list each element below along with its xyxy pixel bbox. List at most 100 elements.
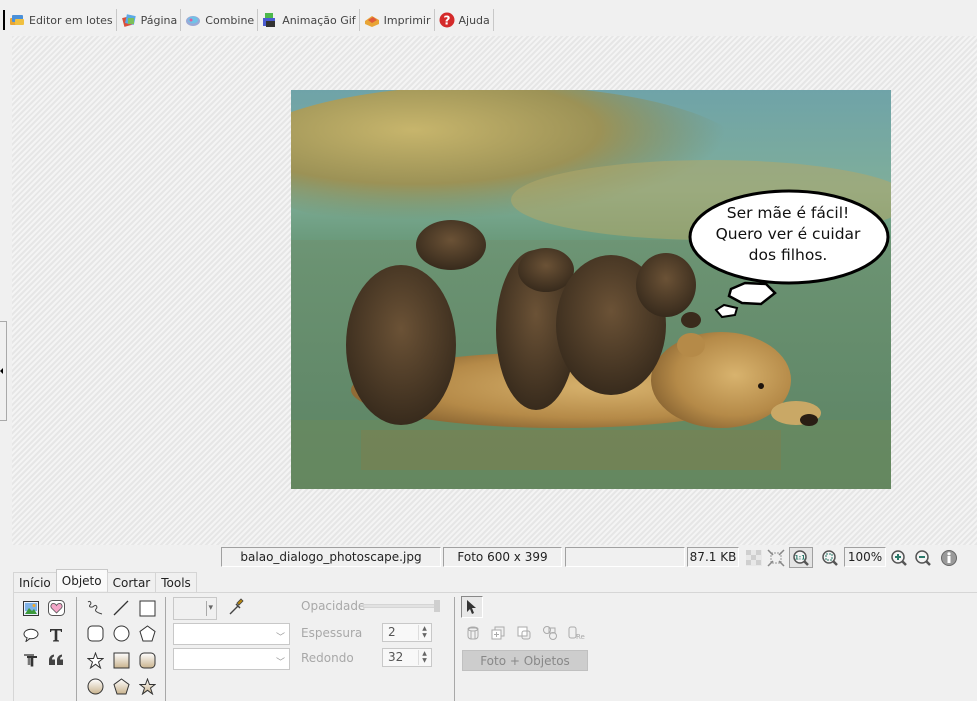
select-tool-button[interactable] <box>461 596 483 618</box>
rename-object-icon[interactable]: Re <box>568 625 588 641</box>
freehand-tool[interactable] <box>85 598 105 618</box>
filled-ellipse-tool[interactable] <box>85 676 105 696</box>
photo-icon <box>23 600 39 616</box>
color-picker-dropdown[interactable]: ▾ <box>173 597 217 620</box>
speech-bubble-text: Ser mãe é fácil! Quero ver é cuidar dos … <box>700 203 876 266</box>
tool-group-divider <box>454 597 455 701</box>
photo-objects-button[interactable]: Foto + Objetos <box>462 650 588 671</box>
line-style-dropdown[interactable]: ﹀ <box>173 623 290 645</box>
star-icon <box>86 651 104 669</box>
combine-button[interactable]: Combine <box>181 9 259 31</box>
tool-group-divider <box>76 597 77 701</box>
filled-rounded-rectangle-tool[interactable] <box>137 650 157 670</box>
rectangle-tool[interactable] <box>137 598 157 618</box>
line-tool[interactable] <box>111 598 131 618</box>
print-label: Imprimir <box>383 13 431 27</box>
tab-objeto[interactable]: Objeto <box>55 569 108 591</box>
bubble-line: Quero ver é cuidar <box>715 225 861 243</box>
sidebar-collapse-handle[interactable] <box>0 321 7 421</box>
polygon-tool[interactable] <box>137 623 157 643</box>
filled-rectangle-icon <box>113 652 129 668</box>
pentagon-icon <box>138 624 156 641</box>
align-objects-icon[interactable] <box>542 625 558 641</box>
status-bar: balao_dialogo_photoscape.jpg Foto 600 x … <box>0 546 977 568</box>
star-tool[interactable] <box>85 650 105 670</box>
tab-bar: Início Objeto Cortar Tools <box>13 569 197 592</box>
filled-star-tool[interactable] <box>137 676 157 696</box>
rounding-value: 32 <box>388 650 404 664</box>
thickness-value: 2 <box>388 625 396 639</box>
top-toolbar: Editor em lotes Página Combine Animação … <box>0 8 494 32</box>
fit-screen-icon[interactable] <box>767 549 785 567</box>
help-label: Ajuda <box>458 13 490 27</box>
actual-size-icon: 1:1 <box>793 550 809 566</box>
group-objects-icon[interactable] <box>465 625 481 641</box>
rounded-rectangle-icon <box>87 625 103 641</box>
quote-icon <box>49 654 63 665</box>
bubble-line: dos filhos. <box>748 246 828 264</box>
batch-editor-label: Editor em lotes <box>29 13 113 27</box>
ellipse-tool[interactable] <box>111 623 131 643</box>
tab-inicio[interactable]: Início <box>13 572 57 592</box>
gif-animation-button[interactable]: Animação Gif <box>258 9 360 31</box>
line-icon <box>113 600 129 616</box>
filled-rectangle-tool[interactable] <box>111 650 131 670</box>
rounding-spin-buttons[interactable]: ▲ ▼ <box>418 650 430 665</box>
send-to-back-icon[interactable] <box>516 625 532 641</box>
text-effect-tool[interactable] <box>21 650 41 670</box>
dimensions-field: Foto 600 x 399 <box>443 547 562 567</box>
ellipse-icon <box>113 625 129 641</box>
svg-text:1:1: 1:1 <box>795 555 806 562</box>
gif-animation-icon <box>263 13 276 27</box>
zoom-out-icon[interactable] <box>914 549 932 567</box>
print-button[interactable]: Imprimir <box>360 9 435 31</box>
insert-icon-tool[interactable] <box>46 598 66 618</box>
bring-to-front-icon[interactable] <box>490 625 506 641</box>
page-icon <box>121 14 136 27</box>
page-button[interactable]: Página <box>117 9 182 31</box>
speech-balloon-icon <box>23 628 39 642</box>
zoom-level-field[interactable]: 100% <box>844 547 886 567</box>
combine-label: Combine <box>205 13 255 27</box>
photo-preview[interactable] <box>291 90 891 489</box>
opacity-label: Opacidade <box>301 599 366 613</box>
tab-cortar[interactable]: Cortar <box>106 572 157 592</box>
batch-editor-button[interactable]: Editor em lotes <box>5 9 117 31</box>
rounding-spinner[interactable]: 32 ▲ ▼ <box>382 648 432 667</box>
eyedropper-icon[interactable] <box>228 598 244 616</box>
combine-icon <box>186 16 201 26</box>
object-panel <box>13 592 977 701</box>
speech-balloon-tool[interactable] <box>21 625 41 645</box>
opacity-slider-thumb[interactable] <box>434 600 440 612</box>
tab-tools[interactable]: Tools <box>155 572 197 592</box>
rounded-rectangle-tool[interactable] <box>85 623 105 643</box>
empty-status-field <box>565 547 685 567</box>
thickness-spinner[interactable]: 2 ▲ ▼ <box>382 623 432 642</box>
text-effect-icon <box>24 654 37 667</box>
zoom-in-icon[interactable] <box>890 549 908 567</box>
batch-editor-icon <box>10 15 24 25</box>
opacity-slider[interactable] <box>363 600 440 612</box>
gif-animation-label: Animação Gif <box>282 13 356 27</box>
filesize-field: 87.1 KB <box>687 547 739 567</box>
transparency-grid-icon[interactable] <box>745 549 763 567</box>
help-button[interactable]: ? Ajuda <box>435 9 494 31</box>
line-end-dropdown[interactable]: ﹀ <box>173 648 290 670</box>
text-tool[interactable] <box>46 625 66 645</box>
bubble-line: Ser mãe é fácil! <box>726 204 850 222</box>
insert-photo-tool[interactable] <box>21 598 41 618</box>
thickness-spin-buttons[interactable]: ▲ ▼ <box>418 625 430 640</box>
zoom-fit-icon[interactable] <box>821 549 839 567</box>
text-icon <box>50 629 62 642</box>
quote-tool[interactable] <box>46 650 66 670</box>
info-icon[interactable] <box>940 549 958 567</box>
actual-size-button[interactable]: 1:1 <box>789 547 813 568</box>
freehand-icon <box>87 600 103 615</box>
page-label: Página <box>140 13 178 27</box>
bear-photo <box>291 90 891 489</box>
cursor-arrow-icon <box>467 600 476 614</box>
filled-polygon-tool[interactable] <box>111 676 131 696</box>
svg-text:?: ? <box>443 14 450 28</box>
collapse-arrow-icon <box>0 368 3 374</box>
rectangle-icon <box>139 600 155 616</box>
